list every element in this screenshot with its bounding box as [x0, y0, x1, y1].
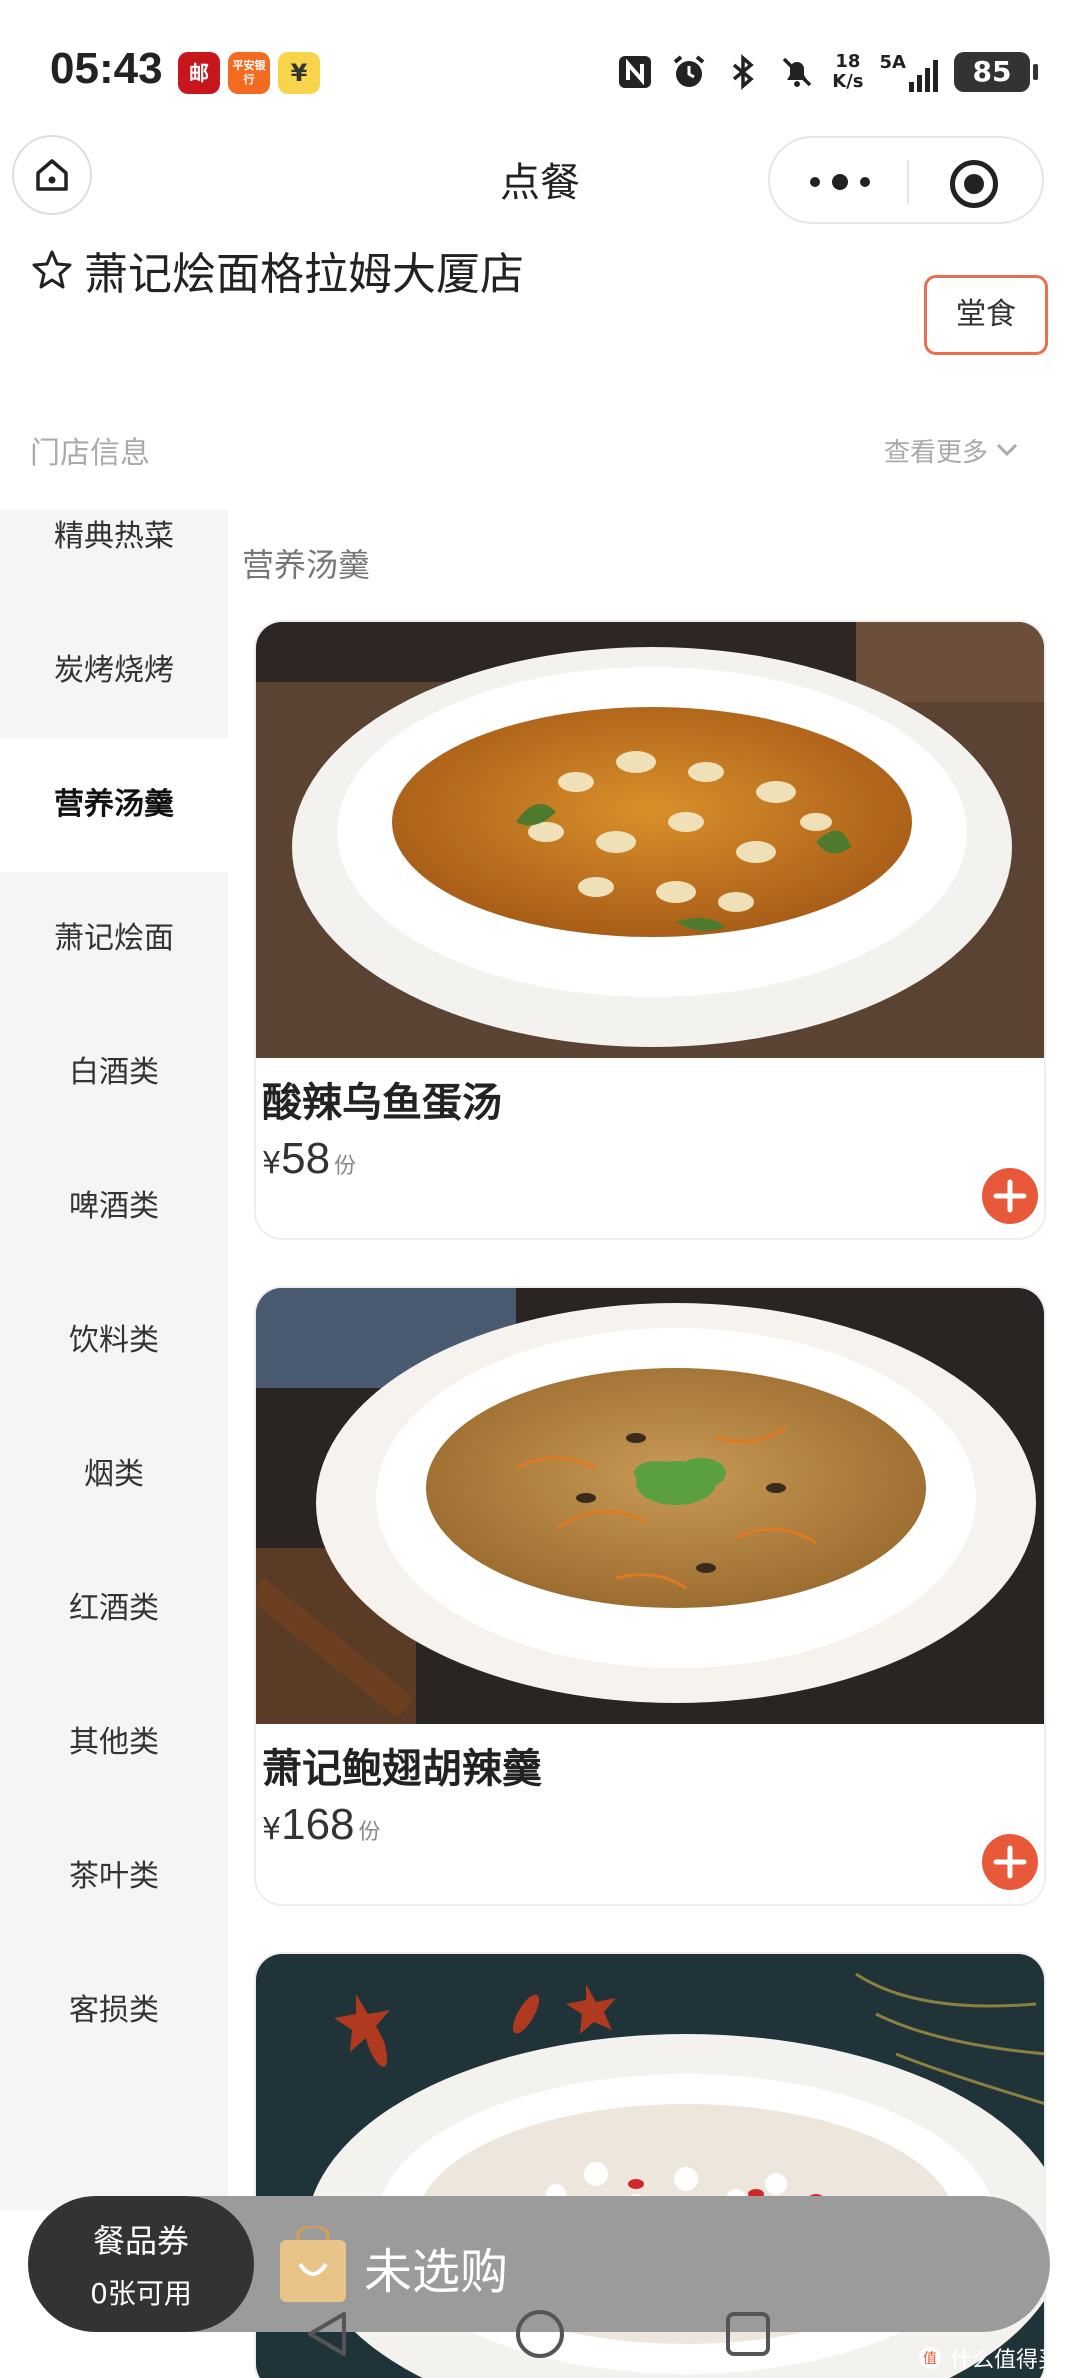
category-sidebar: 精典热菜 炭烤烧烤 营养汤羹 萧记烩面 白酒类 啤酒类 饮料类 烟类 红酒类 其…	[0, 510, 228, 2210]
signal-bar	[925, 68, 930, 92]
store-name: 萧记烩面格拉姆大厦店	[84, 249, 524, 300]
signal-label: 5A	[879, 52, 906, 73]
add-to-cart-button[interactable]	[982, 1168, 1038, 1224]
capsule-divider	[907, 160, 909, 204]
price-currency: ¥	[262, 1812, 282, 1847]
chevron-down-icon	[996, 443, 1018, 457]
more-dot	[810, 177, 820, 187]
star-favorite-icon[interactable]	[30, 248, 74, 292]
sidebar-item[interactable]: 萧记烩面	[0, 872, 228, 1006]
network-speed-value: 18	[835, 51, 861, 72]
dish-price: ¥168 份	[262, 1800, 381, 1850]
status-time: 05:43	[50, 44, 163, 93]
nfc-icon	[619, 56, 652, 88]
sidebar-item[interactable]: 其他类	[0, 1676, 228, 1810]
add-to-cart-button[interactable]	[982, 1834, 1038, 1890]
dish-card[interactable]: 酸辣乌鱼蛋汤 ¥58 份	[254, 620, 1046, 1240]
watermark-text: 什么值得买	[949, 2348, 1060, 2373]
alarm-icon	[674, 55, 705, 87]
sidebar-item-active[interactable]: 营养汤羹	[0, 738, 228, 872]
store-header: 萧记烩面格拉姆大厦店	[30, 238, 524, 302]
section-title: 营养汤羹	[242, 546, 371, 584]
store-info-label: 门店信息	[30, 436, 150, 471]
home-nav-icon[interactable]	[512, 2306, 568, 2362]
coupon-title: 餐品券	[92, 2222, 189, 2260]
signal-bar	[909, 82, 914, 92]
sidebar-item[interactable]: 饮料类	[0, 1274, 228, 1408]
payment-app-icon: ¥	[278, 52, 320, 94]
sidebar-item[interactable]: 茶叶类	[0, 1810, 228, 1944]
sidebar-item[interactable]: 红酒类	[0, 1542, 228, 1676]
status-icons: 18 K/s 5A 85	[616, 48, 1038, 96]
more-dot	[832, 174, 848, 190]
store-info-row[interactable]: 门店信息 查看更多	[30, 428, 1050, 472]
mute-bell-icon	[783, 57, 812, 87]
dish-name: 酸辣乌鱼蛋汤	[262, 1080, 502, 1126]
dish-image	[256, 1288, 1044, 1724]
dish-image	[256, 622, 1044, 1058]
close-miniprogram-button[interactable]	[950, 160, 998, 208]
price-unit: 份	[358, 1820, 381, 1845]
dish-price: ¥58 份	[262, 1134, 356, 1184]
miniprogram-capsule	[768, 136, 1044, 224]
plus-icon	[993, 1845, 1027, 1879]
price-unit: 份	[334, 1154, 357, 1179]
pingan-bank-app-icon: 平安银行	[228, 52, 270, 94]
cellular-signal: 5A	[880, 52, 938, 92]
watermark: 值 什么值得买	[918, 2342, 1060, 2374]
sidebar-item[interactable]: 精典热菜	[0, 510, 228, 604]
network-speed: 18 K/s	[832, 52, 863, 92]
price-value: 168	[281, 1800, 355, 1849]
signal-bar	[933, 60, 938, 92]
status-bar: 05:43 邮 平安银行 ¥ 18 K/s 5A 85	[0, 0, 1080, 135]
recents-nav-icon[interactable]	[720, 2306, 776, 2362]
sidebar-item[interactable]: 白酒类	[0, 1006, 228, 1140]
bank-app-icon: 邮	[178, 52, 220, 94]
more-dot	[860, 177, 870, 187]
battery-indicator: 85	[954, 52, 1038, 92]
svg-text:值: 值	[923, 2351, 937, 2367]
watermark-logo-icon: 值	[918, 2347, 941, 2369]
see-more-label: 查看更多	[883, 437, 988, 468]
price-currency: ¥	[262, 1146, 282, 1181]
signal-bar	[917, 75, 922, 92]
sidebar-item[interactable]: 客损类	[0, 1944, 228, 2078]
plus-icon	[993, 1179, 1027, 1213]
see-more-link[interactable]: 查看更多	[884, 432, 1020, 469]
dish-name: 萧记鲍翅胡辣羹	[262, 1746, 542, 1792]
back-nav-icon[interactable]	[300, 2306, 356, 2362]
network-speed-unit: K/s	[832, 71, 864, 92]
dish-card[interactable]: 萧记鲍翅胡辣羹 ¥168 份	[254, 1286, 1046, 1906]
price-value: 58	[281, 1134, 331, 1183]
sidebar-item[interactable]: 炭烤烧烤	[0, 604, 228, 738]
dine-in-button[interactable]: 堂食	[924, 275, 1048, 355]
more-menu-button[interactable]	[810, 168, 870, 196]
bluetooth-icon	[733, 54, 754, 90]
sidebar-item[interactable]: 啤酒类	[0, 1140, 228, 1274]
sidebar-item[interactable]: 烟类	[0, 1408, 228, 1542]
